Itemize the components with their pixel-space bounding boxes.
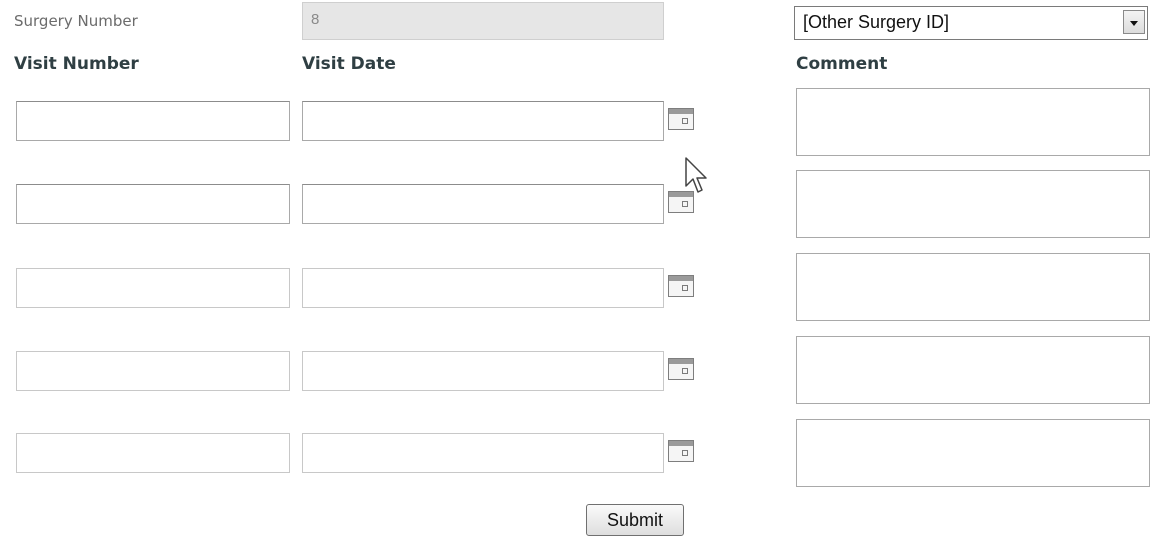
visit-date-input[interactable] xyxy=(302,351,664,391)
visit-date-input[interactable] xyxy=(302,101,664,141)
comment-textarea[interactable] xyxy=(796,253,1150,321)
mouse-pointer-icon xyxy=(685,157,707,193)
visit-date-input[interactable] xyxy=(302,433,664,473)
calendar-icon[interactable] xyxy=(668,275,694,297)
comment-textarea[interactable] xyxy=(796,419,1150,487)
visit-number-input[interactable] xyxy=(16,268,290,308)
calendar-icon[interactable] xyxy=(668,358,694,380)
visit-date-header: Visit Date xyxy=(302,54,396,74)
comment-textarea[interactable] xyxy=(796,170,1150,238)
surgery-number-field: 8 xyxy=(302,2,664,40)
other-surgery-id-selected-value: [Other Surgery ID] xyxy=(803,12,950,32)
visit-number-input[interactable] xyxy=(16,101,290,141)
other-surgery-id-select[interactable]: [Other Surgery ID] xyxy=(794,6,1148,40)
calendar-icon[interactable] xyxy=(668,108,694,130)
calendar-icon[interactable] xyxy=(668,440,694,462)
visit-date-input[interactable] xyxy=(302,268,664,308)
surgery-number-label: Surgery Number xyxy=(14,12,138,30)
visit-number-input[interactable] xyxy=(16,184,290,224)
comment-textarea[interactable] xyxy=(796,336,1150,404)
visit-date-input[interactable] xyxy=(302,184,664,224)
submit-button[interactable]: Submit xyxy=(586,504,684,536)
visit-number-input[interactable] xyxy=(16,433,290,473)
comment-header: Comment xyxy=(796,54,888,74)
chevron-down-icon[interactable] xyxy=(1123,10,1145,34)
comment-textarea[interactable] xyxy=(796,88,1150,156)
visit-number-header: Visit Number xyxy=(14,54,139,74)
visit-number-input[interactable] xyxy=(16,351,290,391)
